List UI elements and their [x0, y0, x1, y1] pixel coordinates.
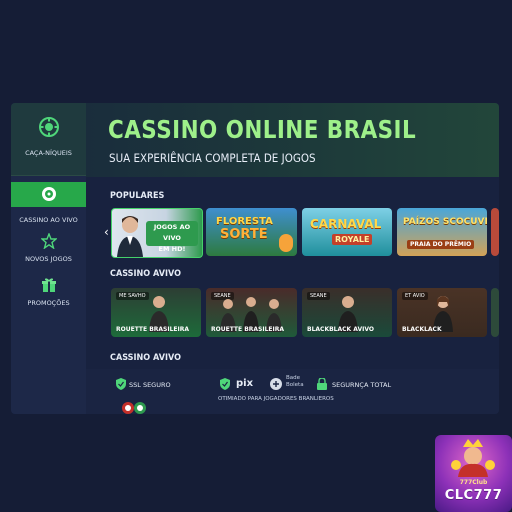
ssl-label: SSL SEGURO [129, 381, 171, 389]
live-caption: BLACKBLACK AVIVO [307, 326, 375, 333]
promo-line-1: JOGOS AO VIVO [153, 223, 191, 242]
brand-name: CLC777 [444, 488, 503, 503]
game-tile-floresta-sorte[interactable]: FLORESTA SORTE [206, 208, 297, 256]
live-badge: ME SAVHO [116, 292, 149, 300]
king-mascot-icon [451, 439, 495, 477]
boleto-icon [270, 378, 282, 390]
promo-line-2: EM HD! [158, 245, 186, 253]
section-title-cassino-avivo-2: CASSINO AVIVO [110, 353, 182, 363]
live-tile-blackjack-1[interactable]: SEANE BLACKBLACK AVIVO [302, 288, 392, 337]
section-title-cassino-avivo: CASSINO AVIVO [110, 269, 182, 279]
dealer-avatar [117, 216, 143, 257]
shield-check-icon [116, 378, 126, 390]
game-title: CARNAVAL [310, 217, 382, 231]
sidebar-item-label: PROMOÇÕES [27, 299, 70, 307]
optimized-label: OTIMIADO PARA JOGADORES BRANLIEROS [218, 396, 334, 402]
shield-check-icon [220, 378, 230, 390]
game-subtitle: PRAIA DO PRÊMIO [407, 240, 475, 249]
sidebar-item-slots[interactable]: CAÇA-NÍQUEIS [11, 103, 86, 176]
sidebar-item-promotions[interactable]: PROMOÇÕES [11, 277, 86, 307]
game-title: PAÍZOS SCOCUVE [403, 217, 487, 227]
live-tile-roulette-2[interactable]: SEANE ROUETTE BRASILEIRA [206, 288, 297, 337]
game-subtitle: ROYALE [332, 234, 373, 245]
promo-live-hd-tile[interactable]: JOGOS AO VIVO EM HD! [111, 208, 203, 258]
page-title: CASSINO ONLINE BRASIL [108, 115, 417, 144]
live-caption: ROUETTE BRASILEIRA [211, 326, 285, 333]
sidebar-item-label: CASSINO AO VIVO [19, 216, 78, 224]
game-subtitle: SORTE [220, 227, 268, 242]
casino-window: CAÇA-NÍQUEIS CASSINO AO VIVO NOVOS JOGOS [11, 103, 499, 414]
sidebar: CAÇA-NÍQUEIS CASSINO AO VIVO NOVOS JOGOS [11, 103, 86, 414]
sidebar-item-new-games[interactable]: NOVOS JOGOS [11, 233, 86, 263]
carousel-left-arrow[interactable]: ‹ [104, 225, 109, 239]
sidebar-item-live-casino[interactable] [11, 182, 86, 207]
sidebar-item-label: CAÇA-NÍQUEIS [25, 149, 72, 157]
promo-text: JOGOS AO VIVO EM HD! [146, 221, 198, 253]
live-badge: SEANE [307, 292, 330, 300]
mascot-icon [279, 234, 293, 252]
boleto-label-1: Bade [286, 375, 301, 381]
gift-icon [41, 278, 56, 292]
game-tile-partial[interactable] [491, 208, 499, 256]
game-title: FLORESTA [216, 216, 273, 227]
star-icon [40, 233, 57, 249]
live-badge: ET AVIO [402, 292, 428, 300]
brand-logo: 777Club CLC777 [435, 435, 512, 512]
hero-banner: CASSINO ONLINE BRASIL SUA EXPERIÊNCIA CO… [86, 103, 499, 177]
live-tile-roulette-1[interactable]: ME SAVHO ROUETTE BRASILEIRA [111, 288, 201, 337]
game-tile-praia-do-premio[interactable]: PAÍZOS SCOCUVE PRAIA DO PRÊMIO [397, 208, 487, 256]
live-caption: ROUETTE BRASILEIRA [116, 326, 190, 333]
game-tile-carnaval-royale[interactable]: CARNAVAL ROYALE [302, 208, 392, 256]
live-tile-blackjack-2[interactable]: ET AVIO BLACKLACK [397, 288, 487, 337]
sidebar-item-label: NOVOS JOGOS [25, 255, 72, 263]
page-subtitle: SUA EXPERIÊNCIA COMPLETA DE JOGOS [109, 151, 316, 165]
live-caption: BLACKLACK [402, 326, 442, 333]
roulette-icon [41, 187, 56, 201]
boleto-label-2: Boleta [286, 382, 304, 388]
chips-icon [122, 402, 146, 414]
brand-club: 777Club [459, 479, 488, 486]
live-tile-partial[interactable] [491, 288, 499, 337]
pix-logo: pix [236, 378, 254, 389]
section-title-populares: POPULARES [110, 191, 165, 201]
slot-chip-icon [38, 117, 59, 137]
trust-footer: SSL SEGURO pix Bade Boleta SEGURNÇA TOTA… [86, 369, 499, 414]
security-label: SEGURNÇA TOTAL [332, 381, 392, 389]
lock-icon [317, 378, 327, 390]
main-content: CASSINO ONLINE BRASIL SUA EXPERIÊNCIA CO… [86, 103, 499, 414]
